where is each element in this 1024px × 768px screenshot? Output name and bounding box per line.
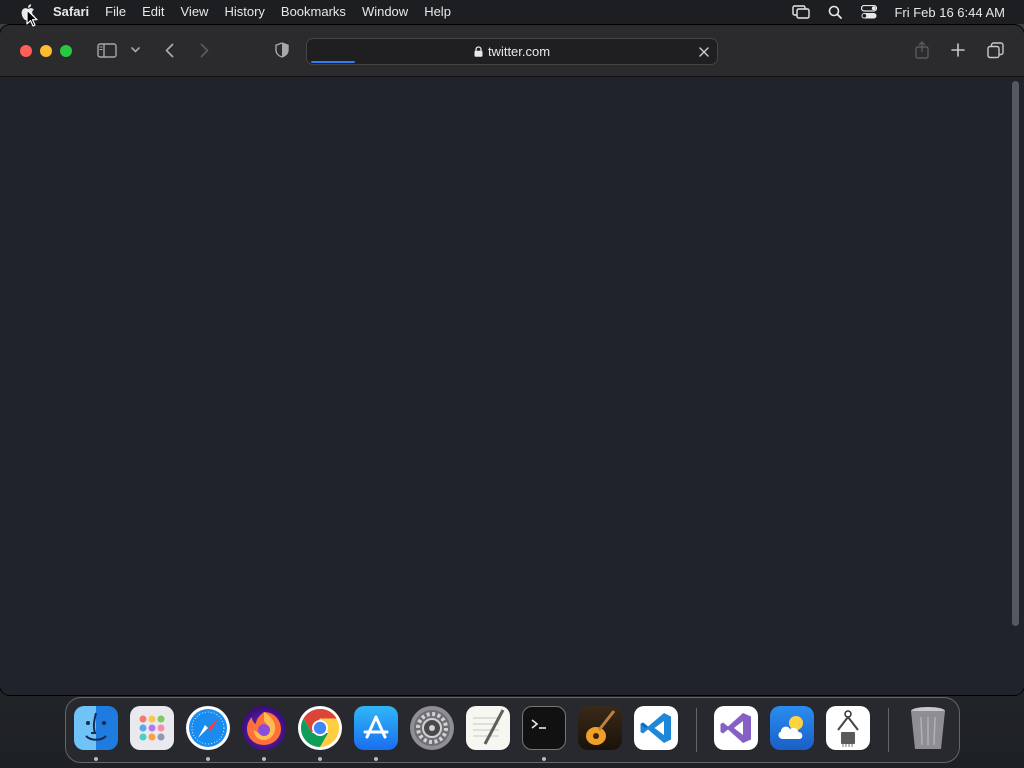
terminal-icon[interactable] [522, 706, 566, 750]
system-settings-icon[interactable] [410, 706, 454, 750]
menu-bookmarks[interactable]: Bookmarks [273, 0, 354, 24]
chevron-down-icon[interactable] [129, 44, 141, 56]
garageband-icon[interactable] [578, 706, 622, 750]
stop-loading-icon[interactable] [695, 43, 713, 61]
menu-bar: Safari File Edit View History Bookmarks … [0, 0, 1024, 24]
dock-separator [696, 708, 697, 752]
forward-icon[interactable] [195, 41, 213, 59]
weather-icon[interactable] [770, 706, 814, 750]
back-icon[interactable] [160, 41, 178, 59]
share-icon[interactable] [912, 40, 932, 60]
menu-window[interactable]: Window [354, 0, 416, 24]
page-load-progress-bar [311, 61, 355, 63]
browser-toolbar: twitter.com [0, 25, 1024, 77]
dock [65, 697, 960, 763]
chrome-icon[interactable] [298, 706, 342, 750]
spotlight-icon[interactable] [824, 0, 846, 24]
menu-clock[interactable]: Fri Feb 16 6:44 AM [894, 5, 1005, 20]
vertical-scrollbar[interactable] [1012, 81, 1019, 626]
finder-icon[interactable] [74, 706, 118, 750]
launchpad-icon[interactable] [130, 706, 174, 750]
mouse-cursor-icon [26, 9, 38, 27]
firefox-icon[interactable] [242, 706, 286, 750]
menu-view[interactable]: View [173, 0, 217, 24]
dock-running-indicator [374, 757, 378, 761]
url-text: twitter.com [487, 44, 551, 59]
lock-icon [474, 40, 483, 65]
dock-running-indicator [206, 757, 210, 761]
tab-overview-icon[interactable] [985, 40, 1005, 60]
safari-window: twitter.com [0, 25, 1024, 695]
control-center-icon[interactable] [858, 0, 880, 24]
trash-icon[interactable] [906, 706, 950, 750]
safari-icon[interactable] [186, 706, 230, 750]
web-content-area[interactable] [0, 77, 1024, 695]
textedit-icon[interactable] [466, 706, 510, 750]
menu-app-name[interactable]: Safari [45, 0, 97, 24]
zoom-window-button[interactable] [60, 45, 72, 57]
app-store-icon[interactable] [354, 706, 398, 750]
privacy-shield-icon[interactable] [273, 41, 291, 59]
address-bar[interactable]: twitter.com [306, 38, 718, 65]
sidebar-icon[interactable] [96, 41, 118, 59]
dock-separator [888, 708, 889, 752]
system-information-icon[interactable] [826, 706, 870, 750]
url-display[interactable]: twitter.com [307, 39, 717, 65]
vscode-icon[interactable] [634, 706, 678, 750]
menu-help[interactable]: Help [416, 0, 459, 24]
dock-running-indicator [318, 757, 322, 761]
close-window-button[interactable] [20, 45, 32, 57]
menu-file[interactable]: File [97, 0, 134, 24]
dock-running-indicator [262, 757, 266, 761]
screen-mirroring-icon[interactable] [790, 0, 812, 24]
desktop: Safari File Edit View History Bookmarks … [0, 0, 1024, 768]
minimize-window-button[interactable] [40, 45, 52, 57]
dock-running-indicator [94, 757, 98, 761]
visual-studio-icon[interactable] [714, 706, 758, 750]
new-tab-icon[interactable] [948, 40, 968, 60]
menu-history[interactable]: History [216, 0, 272, 24]
dock-running-indicator [542, 757, 546, 761]
menu-edit[interactable]: Edit [134, 0, 172, 24]
